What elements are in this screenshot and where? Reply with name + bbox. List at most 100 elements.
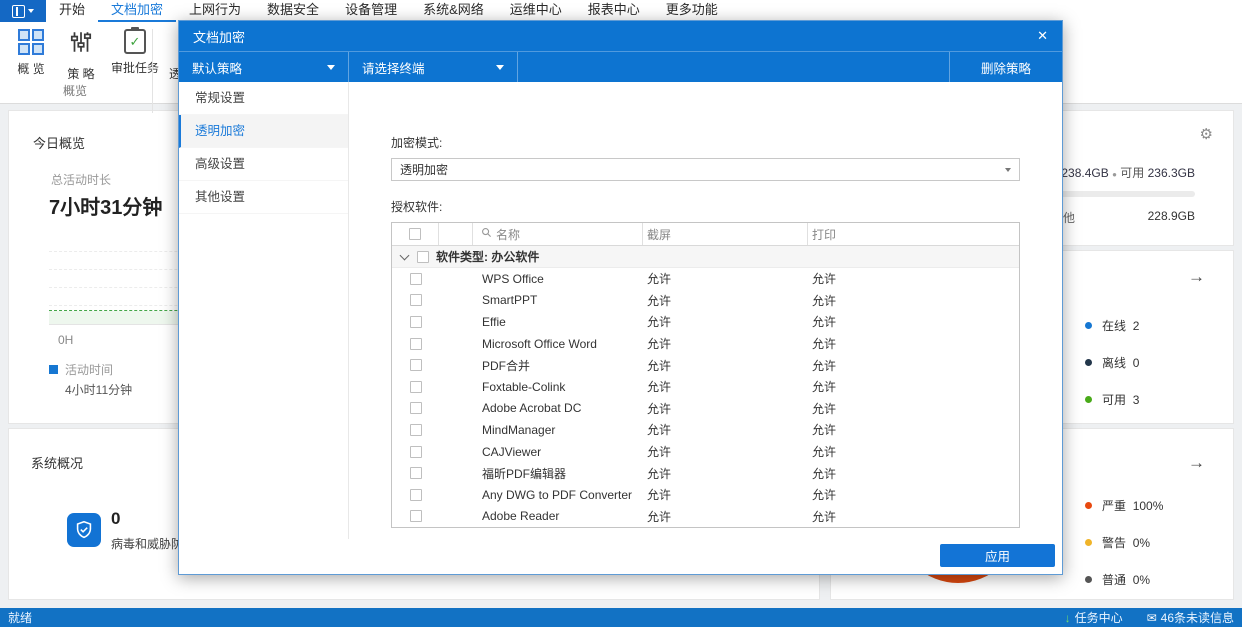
legend-normal: 普通 0%: [1085, 571, 1163, 588]
table-row[interactable]: Adobe Acrobat DC 允许 允许: [392, 398, 1019, 420]
print-permission: 允许: [808, 354, 1019, 376]
screenshot-permission: 允许: [643, 376, 808, 398]
sidebar-item-advanced[interactable]: 高级设置: [179, 148, 348, 181]
row-checkbox[interactable]: [410, 489, 422, 501]
tab-device-mgmt[interactable]: 设备管理: [332, 0, 410, 22]
chevron-down-icon: [496, 65, 504, 70]
close-icon[interactable]: ✕: [1037, 28, 1048, 44]
tab-report-center[interactable]: 报表中心: [575, 0, 653, 22]
row-checkbox[interactable]: [410, 316, 422, 328]
table-row[interactable]: SmartPPT 允许 允许: [392, 290, 1019, 312]
row-checkbox[interactable]: [410, 381, 422, 393]
tab-doc-encryption[interactable]: 文档加密: [98, 0, 176, 22]
policy-select-value: 默认策略: [192, 58, 242, 77]
table-row[interactable]: MindManager 允许 允许: [392, 419, 1019, 441]
policy-select[interactable]: 默认策略: [179, 52, 348, 82]
legend-offline: 离线 0: [1085, 354, 1139, 371]
row-checkbox[interactable]: [410, 402, 422, 414]
metric-value: 7小时31分钟: [49, 191, 162, 220]
ribbon-divider: [152, 29, 153, 113]
tab-more[interactable]: 更多功能: [653, 0, 731, 22]
ribbon-item-approval-tasks[interactable]: ✓ 审批任务: [106, 29, 164, 76]
col-name: 名称: [496, 226, 520, 243]
software-name: Adobe Acrobat DC: [473, 398, 643, 420]
screenshot-permission: 允许: [643, 333, 808, 355]
arrow-right-icon[interactable]: →: [1188, 267, 1205, 287]
ribbon-item-label: 概 览: [17, 60, 44, 77]
terminal-select-placeholder: 请选择终端: [362, 58, 425, 77]
software-label: 授权软件:: [391, 198, 1020, 215]
chevron-down-icon[interactable]: [400, 250, 410, 260]
row-checkbox[interactable]: [410, 294, 422, 306]
arrow-right-icon[interactable]: →: [1188, 453, 1205, 473]
legend-available: 可用 3: [1085, 391, 1139, 408]
print-permission: 允许: [808, 290, 1019, 312]
apply-button[interactable]: 应用: [940, 544, 1055, 567]
storage-other-row: 其他 228.9GB: [1051, 209, 1195, 226]
table-group-row[interactable]: 软件类型: 办公软件: [392, 246, 1019, 268]
offline-dot-icon: [1085, 359, 1092, 366]
sidebar-item-general[interactable]: 常规设置: [179, 82, 348, 115]
card-title: 系统概况: [31, 453, 83, 472]
table-row[interactable]: 福昕PDF编辑器 允许 允许: [392, 462, 1019, 484]
shield-check-icon: [67, 513, 101, 547]
select-all-checkbox[interactable]: [409, 228, 421, 240]
gear-icon[interactable]: ⚙: [1200, 125, 1213, 143]
print-permission: 允许: [808, 506, 1019, 528]
software-name: CAJViewer: [473, 441, 643, 463]
table-row[interactable]: CAJViewer 允许 允许: [392, 441, 1019, 463]
chevron-down-icon: [327, 65, 335, 70]
dot-separator: ●: [1112, 170, 1117, 179]
card-title: 今日概览: [33, 133, 85, 152]
row-checkbox[interactable]: [410, 446, 422, 458]
normal-dot-icon: [1085, 576, 1092, 583]
task-center-button[interactable]: ↓ 任务中心: [1065, 609, 1123, 626]
table-row[interactable]: Adobe Reader 允许 允许: [392, 506, 1019, 528]
tab-data-security[interactable]: 数据安全: [254, 0, 332, 22]
table-row[interactable]: Foxtable-Colink 允许 允许: [392, 376, 1019, 398]
row-checkbox[interactable]: [410, 338, 422, 350]
app-logo-icon: [12, 5, 25, 18]
table-row[interactable]: WPS Office 允许 允许: [392, 268, 1019, 290]
software-name: Effie: [473, 311, 643, 333]
delete-policy-button[interactable]: 删除策略: [950, 52, 1062, 82]
software-name: Microsoft Office Word: [473, 333, 643, 355]
dialog-toolbar: 默认策略 请选择终端 删除策略: [179, 51, 1062, 82]
tab-web-behavior[interactable]: 上网行为: [176, 0, 254, 22]
row-checkbox[interactable]: [410, 467, 422, 479]
table-header: 名称 截屏 打印: [392, 223, 1019, 246]
group-label: 软件类型: 办公软件: [436, 248, 539, 265]
print-permission: 允许: [808, 333, 1019, 355]
print-permission: 允许: [808, 484, 1019, 506]
search-icon[interactable]: [481, 227, 492, 241]
sidebar-item-other[interactable]: 其他设置: [179, 181, 348, 214]
ribbon-item-policy[interactable]: 策 略: [56, 29, 106, 82]
dialog-title: 文档加密: [193, 27, 245, 46]
table-row[interactable]: PDF合并 允许 允许: [392, 354, 1019, 376]
mail-icon: ✉: [1147, 611, 1157, 625]
row-checkbox[interactable]: [410, 359, 422, 371]
tab-system-network[interactable]: 系统&网络: [410, 0, 497, 22]
app-menu-button[interactable]: [0, 0, 46, 22]
print-permission: 允许: [808, 441, 1019, 463]
group-checkbox[interactable]: [417, 251, 429, 263]
tab-ops-center[interactable]: 运维中心: [497, 0, 575, 22]
row-checkbox[interactable]: [410, 424, 422, 436]
sidebar-item-transparent-encryption[interactable]: 透明加密: [179, 115, 348, 148]
row-checkbox[interactable]: [410, 510, 422, 522]
warning-dot-icon: [1085, 539, 1092, 546]
table-row[interactable]: Any DWG to PDF Converter 允许 允许: [392, 484, 1019, 506]
unread-messages-button[interactable]: ✉ 46条未读信息: [1147, 609, 1234, 626]
mode-value: 透明加密: [400, 161, 448, 178]
table-row[interactable]: Effie 允许 允许: [392, 311, 1019, 333]
row-checkbox[interactable]: [410, 273, 422, 285]
ribbon-item-overview[interactable]: 概 览: [6, 29, 56, 77]
dialog-sidebar: 常规设置 透明加密 高级设置 其他设置: [179, 82, 349, 539]
terminal-select[interactable]: 请选择终端: [349, 52, 517, 82]
tab-start[interactable]: 开始: [46, 0, 98, 22]
legend-value: 4小时11分钟: [65, 381, 132, 398]
software-name: PDF合并: [473, 354, 643, 376]
encryption-mode-select[interactable]: 透明加密: [391, 158, 1020, 181]
chevron-down-icon: [28, 9, 34, 13]
table-row[interactable]: Microsoft Office Word 允许 允许: [392, 333, 1019, 355]
